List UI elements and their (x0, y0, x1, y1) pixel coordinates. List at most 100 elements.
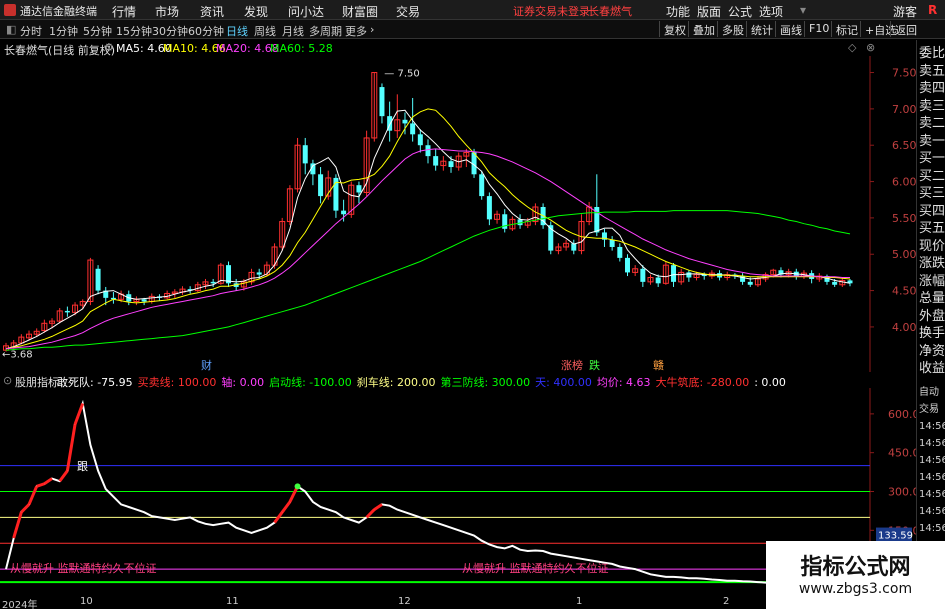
minimize-icon[interactable]: ▾ (800, 3, 806, 17)
rising-segment (73, 403, 85, 425)
quote-label: 卖三 (919, 98, 945, 114)
button-back[interactable]: 返回 (890, 21, 920, 37)
button-duogu[interactable]: 多股 (717, 21, 747, 37)
candle-body-down (64, 310, 70, 313)
menu-item-gongneng[interactable]: 功能 (666, 3, 690, 20)
quote-label: 换手 (919, 326, 945, 341)
candle-body-down (141, 299, 147, 302)
candle-body-down (210, 281, 216, 284)
gansidui-line (5, 399, 851, 585)
candle-body-down (433, 156, 439, 166)
menu-item-faxian[interactable]: 发现 (244, 3, 268, 20)
rising-segment (58, 469, 69, 483)
candle-body-down (356, 185, 362, 193)
rising-segment (27, 485, 39, 506)
indicator-tick-label: 600.0 (888, 408, 916, 421)
candle-body-down (609, 239, 615, 247)
trade-log-label: 14:56 (919, 472, 945, 483)
tab-daily[interactable]: 日线 (226, 23, 248, 39)
menu-item-gongshi[interactable]: 公式 (728, 3, 752, 20)
app-title: 通达信金融终端 (20, 5, 97, 18)
candle-body-down (95, 268, 101, 291)
indicator-title-bar: ⊙ 股朋指标 敢死队: -75.95 买卖线: 100.00 轴: 0.00 启动线:… (0, 372, 916, 389)
tab-multi-period[interactable]: 多周期 (309, 23, 342, 39)
menu-item-shichang[interactable]: 市场 (155, 3, 179, 20)
low-price-label: ←3.68 (2, 350, 33, 361)
candle-body-down (671, 265, 677, 282)
guest-user[interactable]: 游客 (893, 3, 917, 20)
menu-item-xuanxiang[interactable]: 选项 (759, 3, 783, 20)
trade-log-label[interactable]: 自动 (919, 385, 939, 401)
indicator-tick-label: 300.0 (888, 486, 916, 499)
tab-30min[interactable]: 30分钟 (152, 23, 188, 39)
tab-monthly[interactable]: 月线 (282, 23, 304, 39)
tab-5min[interactable]: 5分钟 (83, 23, 112, 39)
tab-weekly[interactable]: 周线 (254, 23, 276, 39)
menu-item-jiaoyi[interactable]: 交易 (396, 3, 420, 20)
price-chart[interactable]: 7.50 7.00 6.50 6.00 5.50 5.00 4.50 4.00 — 7.50 ←3… (0, 56, 916, 372)
quote-label: 买三 (919, 186, 945, 201)
tab-more[interactable]: 更多 (345, 23, 367, 39)
watermark-url: www.zbgs3.com (798, 581, 913, 597)
close-icon[interactable]: ⊗ (866, 41, 875, 54)
watermark-title: 指标公式网 (800, 555, 911, 580)
candle-body-down (624, 257, 630, 273)
rising-segment (373, 503, 383, 511)
quote-label: 现价 (919, 238, 945, 254)
quote-label: 买五 (919, 221, 945, 236)
diamond-icon[interactable]: ◇ (848, 41, 856, 54)
price-tick-label: 5.00 (892, 248, 916, 261)
indicator-toggle-icon[interactable]: ⊙ (3, 374, 12, 387)
candle-body-down (417, 134, 423, 146)
quote-side-panel: 委比 卖五 卖四 卖三 卖二 卖一 买一 买二 买三 买四 买五 现价 涨跌 涨幅 总量 外盘 换手 净资 收益 自动… (916, 40, 945, 609)
rising-segment (12, 511, 23, 539)
sidebar-toggle-icon[interactable]: ◧ (6, 23, 16, 36)
trade-log-label[interactable]: 交易 (919, 402, 939, 418)
button-diejia[interactable]: 叠加 (688, 21, 718, 37)
button-huaxian[interactable]: 画线 (775, 21, 805, 37)
date-label-feb: 2 (723, 596, 730, 607)
menu-item-zixun[interactable]: 资讯 (200, 3, 224, 20)
ma-line-ma20 (5, 148, 850, 350)
watermark-banner: 指标公式网 www.zbgs3.com (766, 541, 945, 609)
high-price-label: — 7.50 (384, 69, 419, 80)
candle-body-down (402, 119, 408, 124)
tab-fenshi[interactable]: 分时 (20, 23, 42, 39)
button-f10[interactable]: F10 (804, 21, 832, 37)
chevron-right-icon[interactable]: › (370, 23, 374, 36)
menu-item-wenxiaoda[interactable]: 问小达 (288, 3, 324, 20)
candle-body-down (425, 145, 431, 157)
quote-label: 总量 (919, 291, 945, 306)
menu-item-caifuquan[interactable]: 财富圈 (342, 3, 378, 20)
candle-body-down (318, 174, 324, 197)
stock-name-menu: 长春燃气 (588, 5, 632, 18)
quote-label: 买二 (919, 168, 945, 184)
tab-15min[interactable]: 15分钟 (116, 23, 152, 39)
indicator-tick-label: 450.0 (888, 447, 916, 460)
rising-segment (65, 423, 77, 472)
date-label-year: 2024年 (2, 600, 38, 609)
current-value-label: 133.59 (878, 531, 913, 542)
button-biaoji[interactable]: 标记 (831, 21, 861, 37)
rising-segment (36, 482, 45, 488)
trade-login-status[interactable]: 证券交易未登录 (513, 3, 590, 19)
price-tick-label: 7.00 (892, 103, 916, 116)
price-tick-label: 5.50 (892, 212, 916, 225)
candle-body-down (479, 174, 485, 197)
rising-segment (20, 503, 31, 514)
candle-body-down (617, 246, 623, 258)
button-fuquan[interactable]: 复权 (659, 21, 689, 37)
date-label-dec: 12 (398, 596, 411, 607)
tab-60min[interactable]: 60分钟 (188, 23, 224, 39)
button-tongji[interactable]: 统计 (746, 21, 776, 37)
candle-body-down (655, 277, 661, 284)
menu-item-banmian[interactable]: 版面 (697, 3, 721, 20)
menu-bar: 通达信金融终端 行情 市场 资讯 发现 问小达 财富圈 交易 证券交易未登录 长… (0, 0, 945, 20)
tab-1min[interactable]: 1分钟 (49, 23, 78, 39)
menu-item-hangqing[interactable]: 行情 (112, 3, 136, 20)
settings-gear-icon[interactable]: ⚙ (104, 41, 114, 54)
candle-body-down (486, 196, 492, 220)
annotation-text-2: 从慢就升 监默通特约久不位证 (462, 561, 609, 575)
quote-label: 卖四 (919, 81, 945, 96)
marker-zhangting: 涨榜 (561, 358, 583, 372)
